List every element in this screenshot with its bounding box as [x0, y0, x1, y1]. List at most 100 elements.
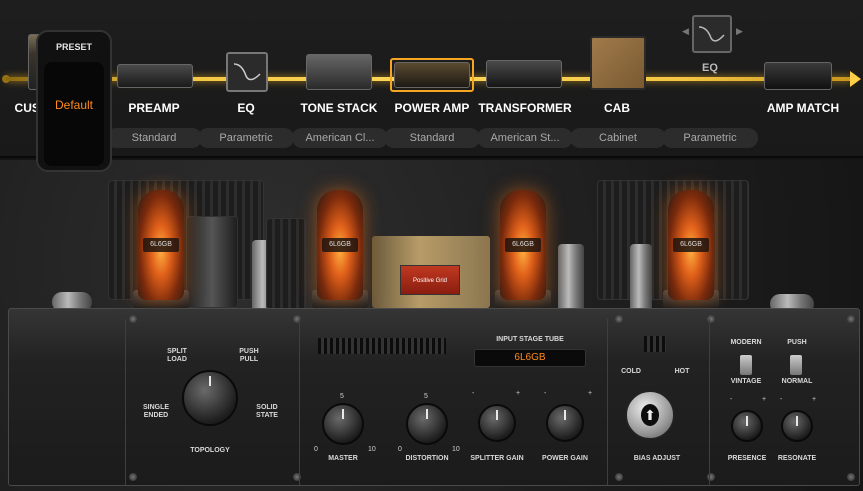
section-divider [299, 319, 300, 485]
power-tube-1: 6L6GB [138, 190, 184, 300]
distortion-label: DISTORTION [405, 455, 449, 462]
section-divider [607, 319, 608, 485]
signal-chain: CUSTOM PANEL PREAMP Standard EQ Parametr… [0, 0, 863, 158]
presence-label: PRESENCE [727, 455, 767, 462]
knob-indicator [746, 416, 748, 426]
eq-curve-icon [233, 63, 261, 81]
minus-label: - [544, 390, 547, 397]
module-sub-selector[interactable]: Cabinet [570, 128, 666, 148]
plus-label: + [516, 390, 521, 397]
power-gain-knob[interactable] [546, 404, 584, 442]
section-divider [125, 319, 126, 485]
modern-label: MODERN [730, 339, 762, 346]
input-stage-tube-display[interactable]: 6L6GB [474, 349, 586, 367]
arrow-up-icon: ⬆ [641, 404, 659, 426]
scale-label: 0 [314, 446, 318, 453]
knob-indicator [426, 409, 428, 419]
preset-screen[interactable] [44, 62, 104, 166]
power-tube-2: 6L6GB [317, 190, 363, 300]
center-choke [266, 218, 306, 310]
section-divider [709, 319, 710, 485]
bias-cold-label: COLD [621, 368, 641, 375]
modern-vintage-switch[interactable] [739, 354, 753, 376]
bias-adjust-knob[interactable]: ⬆ [625, 390, 675, 440]
tone-stack-thumbnail [306, 54, 372, 90]
push-label: PUSH [787, 339, 807, 346]
plus-label: + [762, 396, 767, 403]
knob-indicator [496, 410, 498, 420]
distortion-knob[interactable] [406, 403, 448, 445]
module-sub-selector[interactable]: American St... [477, 128, 573, 148]
screw-icon [847, 315, 855, 323]
scale-label: 10 [368, 446, 376, 453]
screw-icon [615, 473, 623, 481]
bias-adjust-label: BIAS ADJUST [633, 455, 681, 462]
presence-knob[interactable] [731, 410, 763, 442]
module-label: AMP MATCH [766, 101, 840, 115]
module-sub-selector[interactable]: Parametric [198, 128, 294, 148]
minus-label: - [730, 396, 733, 403]
positive-grid-plate: Positive Grid [400, 265, 460, 295]
amp-match-thumbnail [764, 62, 832, 90]
scale-label: 5 [424, 393, 428, 400]
topology-selector-knob[interactable] [182, 370, 238, 426]
master-knob[interactable] [322, 403, 364, 445]
panel-vent [644, 336, 666, 352]
splitter-gain-knob[interactable] [478, 404, 516, 442]
screw-icon [129, 473, 137, 481]
vintage-label: VINTAGE [730, 378, 762, 385]
master-label: MASTER [328, 455, 358, 462]
knob-indicator [564, 410, 566, 420]
transformer-thumbnail [486, 60, 562, 88]
bias-hot-label: HOT [674, 368, 690, 375]
scale-label: 5 [340, 393, 344, 400]
cab-thumbnail [590, 36, 646, 90]
module-label: CAB [604, 101, 630, 115]
power-amp-thumbnail [394, 62, 470, 88]
preset-value[interactable]: Default [38, 98, 110, 112]
chain-arrow-icon [850, 71, 861, 87]
preset-title: PRESET [55, 42, 92, 52]
topology-option-push-pull[interactable]: PUSH PULL [234, 348, 264, 364]
scale-label: 10 [452, 446, 460, 453]
minus-label: - [472, 390, 475, 397]
chevron-left-icon[interactable]: ◀ [682, 26, 689, 37]
preamp-thumbnail [117, 64, 193, 88]
module-sub-selector[interactable]: Parametric [662, 128, 758, 148]
minus-label: - [780, 396, 783, 403]
topology-option-solid-state[interactable]: SOLID STATE [252, 404, 282, 420]
chevron-right-icon[interactable]: ▶ [736, 26, 743, 37]
knob-indicator [796, 416, 798, 426]
topology-option-single-ended[interactable]: SINGLE ENDED [140, 404, 172, 420]
left-choke [186, 216, 238, 308]
power-gain-label: POWER GAIN [542, 455, 588, 462]
tube-label: 6L6GB [322, 238, 358, 252]
push-normal-switch[interactable] [789, 354, 803, 376]
plus-label: + [588, 390, 593, 397]
module-sub-selector[interactable]: Standard [384, 128, 480, 148]
tube-label: 6L6GB [505, 238, 541, 252]
scale-label: 0 [398, 446, 402, 453]
preset-panel[interactable]: PRESET Default [36, 30, 112, 172]
input-stage-tube-title: INPUT STAGE TUBE [496, 336, 564, 343]
power-tube-3: 6L6GB [500, 190, 546, 300]
screw-icon [847, 473, 855, 481]
topology-option-split-load[interactable]: SPLIT LOAD [162, 348, 192, 364]
splitter-gain-label: SPLITTER GAIN [470, 455, 524, 462]
eq-thumbnail [226, 52, 268, 92]
topology-label: TOPOLOGY [190, 447, 230, 454]
resonate-label: RESONATE [777, 455, 817, 462]
module-sub-selector[interactable]: Standard [106, 128, 202, 148]
normal-label: NORMAL [781, 378, 813, 385]
tube-label: 6L6GB [143, 238, 179, 252]
panel-vent [318, 338, 446, 354]
eq-thumbnail [692, 15, 732, 53]
plus-label: + [812, 396, 817, 403]
screw-icon [129, 315, 137, 323]
tube-label: 6L6GB [673, 238, 709, 252]
resonate-knob[interactable] [781, 410, 813, 442]
power-tube-4: 6L6GB [668, 190, 714, 300]
eq-curve-icon [698, 26, 725, 42]
capacitor [630, 244, 652, 314]
module-sub-selector[interactable]: American Cl... [292, 128, 388, 148]
